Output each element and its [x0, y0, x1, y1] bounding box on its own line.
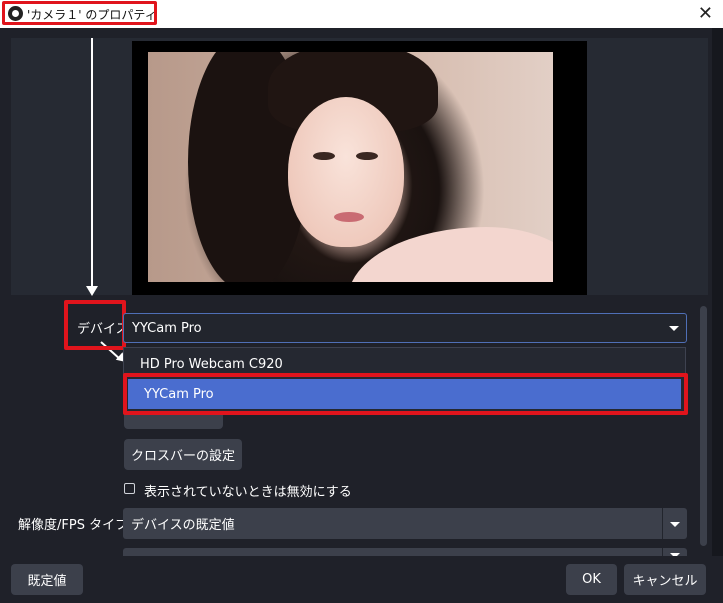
resolution-fps-select[interactable]: デバイスの既定値: [123, 508, 687, 539]
scrollbar-thumb[interactable]: [700, 306, 707, 546]
chevron-down-icon[interactable]: [661, 314, 686, 342]
configure-video-button[interactable]: [124, 413, 223, 429]
close-icon[interactable]: ✕: [698, 3, 713, 24]
disable-when-hidden-checkbox[interactable]: [124, 483, 135, 494]
annotation-arrow-down-head: [86, 286, 98, 296]
resolution-fps-label: 解像度/FPS タイプ: [18, 518, 129, 533]
device-select[interactable]: YYCam Pro: [123, 313, 687, 343]
title-highlight-annotation: [2, 1, 157, 25]
device-select-value: YYCam Pro: [132, 320, 202, 336]
device-label-highlight-annotation: [64, 300, 126, 350]
defaults-button[interactable]: 既定値: [11, 564, 83, 595]
chevron-down-icon[interactable]: [662, 508, 687, 539]
selected-option-highlight-annotation: [123, 373, 688, 415]
ok-button[interactable]: OK: [566, 564, 617, 595]
crossbar-settings-button[interactable]: クロスバーの設定: [124, 439, 242, 470]
title-bar: 'カメラ１' のプロパティ ✕: [0, 0, 723, 28]
camera-preview-image: [148, 52, 553, 282]
disable-when-hidden-label: 表示されていないときは無効にする: [144, 485, 352, 500]
resolution-fps-value: デバイスの既定値: [131, 518, 235, 533]
annotation-arrow-down: [91, 38, 93, 290]
window-edge: [712, 28, 723, 603]
cancel-button[interactable]: キャンセル: [624, 564, 706, 595]
